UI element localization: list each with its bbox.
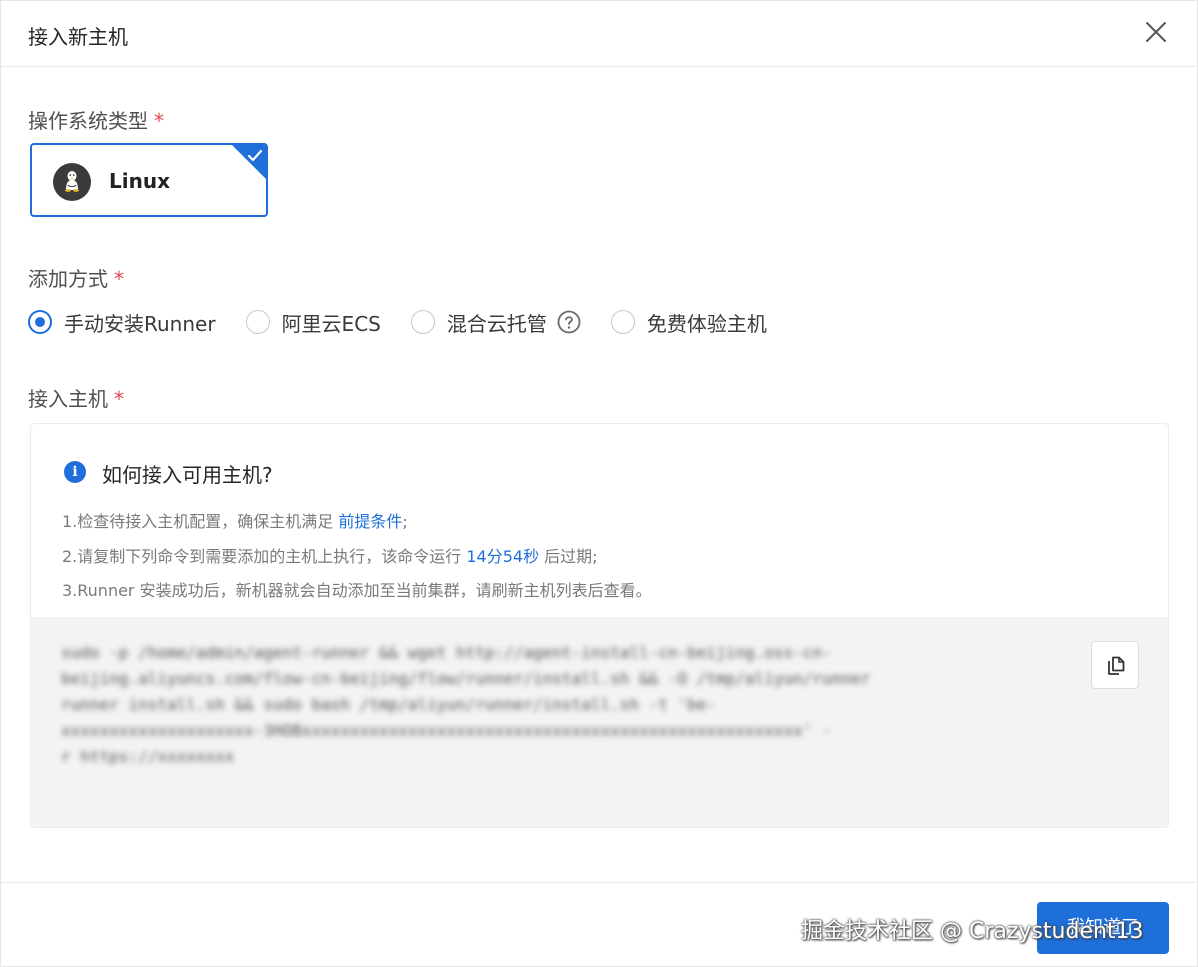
radio-label: 混合云托管: [446, 311, 547, 336]
step-2: 2.请复制下列命令到需要添加的主机上执行，该命令运行 14分54秒 后过期;: [62, 547, 598, 566]
add-method-radio-group: 手动安装Runner 阿里云ECS 混合云托管 免费体验主机: [28, 307, 797, 337]
check-icon: [247, 149, 263, 162]
radio-label: 免费体验主机: [646, 311, 767, 336]
command-line: r https://xxxxxxxx: [61, 747, 235, 766]
host-label: 接入主机 *: [28, 387, 124, 411]
required-mark: *: [114, 387, 124, 411]
host-instructions-panel: i 如何接入可用主机? 1.检查待接入主机配置，确保主机满足 前提条件; 2.请…: [30, 423, 1169, 828]
radio-label: 手动安装Runner: [64, 311, 216, 336]
radio-label: 阿里云ECS: [281, 311, 381, 336]
radio-free-trial-host[interactable]: 免费体验主机: [610, 308, 767, 337]
radio-hybrid-cloud[interactable]: 混合云托管: [410, 308, 581, 337]
linux-tux-icon: [53, 163, 91, 201]
watermark: 掘金技术社区 @ Crazystudent13: [801, 919, 1144, 944]
info-title: 如何接入可用主机?: [102, 463, 273, 487]
copy-command-button[interactable]: [1091, 641, 1139, 689]
dialog-title: 接入新主机: [28, 25, 128, 49]
os-option-label: Linux: [109, 169, 170, 193]
step-3: 3.Runner 安装成功后，新机器就会自动添加至当前集群，请刷新主机列表后查看…: [62, 581, 652, 600]
os-option-linux[interactable]: Linux: [30, 143, 268, 217]
radio-button[interactable]: [610, 310, 635, 334]
add-method-label: 添加方式 *: [28, 267, 124, 291]
command-line: runner install.sh && sudo bash /tmp/aliy…: [61, 695, 717, 714]
dialog-footer: 我知道了 掘金技术社区 @ Crazystudent13: [1, 882, 1197, 967]
prerequisites-link[interactable]: 前提条件: [338, 512, 402, 531]
radio-button-checked[interactable]: [28, 310, 52, 334]
expiry-countdown: 14分54秒: [466, 547, 540, 566]
radio-button[interactable]: [410, 310, 435, 334]
dialog-header: 接入新主机: [1, 1, 1197, 67]
command-line: beijing.aliyuncs.com/flow-cn-beijing/flo…: [61, 669, 871, 688]
info-icon: i: [64, 461, 86, 483]
radio-aliyun-ecs[interactable]: 阿里云ECS: [245, 308, 381, 337]
radio-manual-runner[interactable]: 手动安装Runner: [28, 308, 216, 337]
command-line: xxxxxxxxxxxxxxxxxxxx-3HOBxxxxxxxxxxxxxxx…: [61, 721, 832, 740]
required-mark: *: [154, 109, 164, 133]
step-1: 1.检查待接入主机配置，确保主机满足 前提条件;: [62, 512, 408, 531]
question-circle-icon[interactable]: [557, 310, 581, 334]
required-mark: *: [114, 267, 124, 291]
copy-icon: [1108, 656, 1125, 675]
add-host-dialog: 接入新主机 操作系统类型 * Linux 添加方式 * 手动安装Runner 阿…: [0, 0, 1198, 967]
command-block[interactable]: sudo -p /home/admin/agent-runner && wget…: [31, 617, 1168, 827]
command-line: sudo -p /home/admin/agent-runner && wget…: [61, 643, 832, 662]
os-type-label: 操作系统类型 *: [28, 109, 164, 133]
radio-button[interactable]: [245, 310, 270, 334]
close-icon[interactable]: [1143, 19, 1169, 45]
